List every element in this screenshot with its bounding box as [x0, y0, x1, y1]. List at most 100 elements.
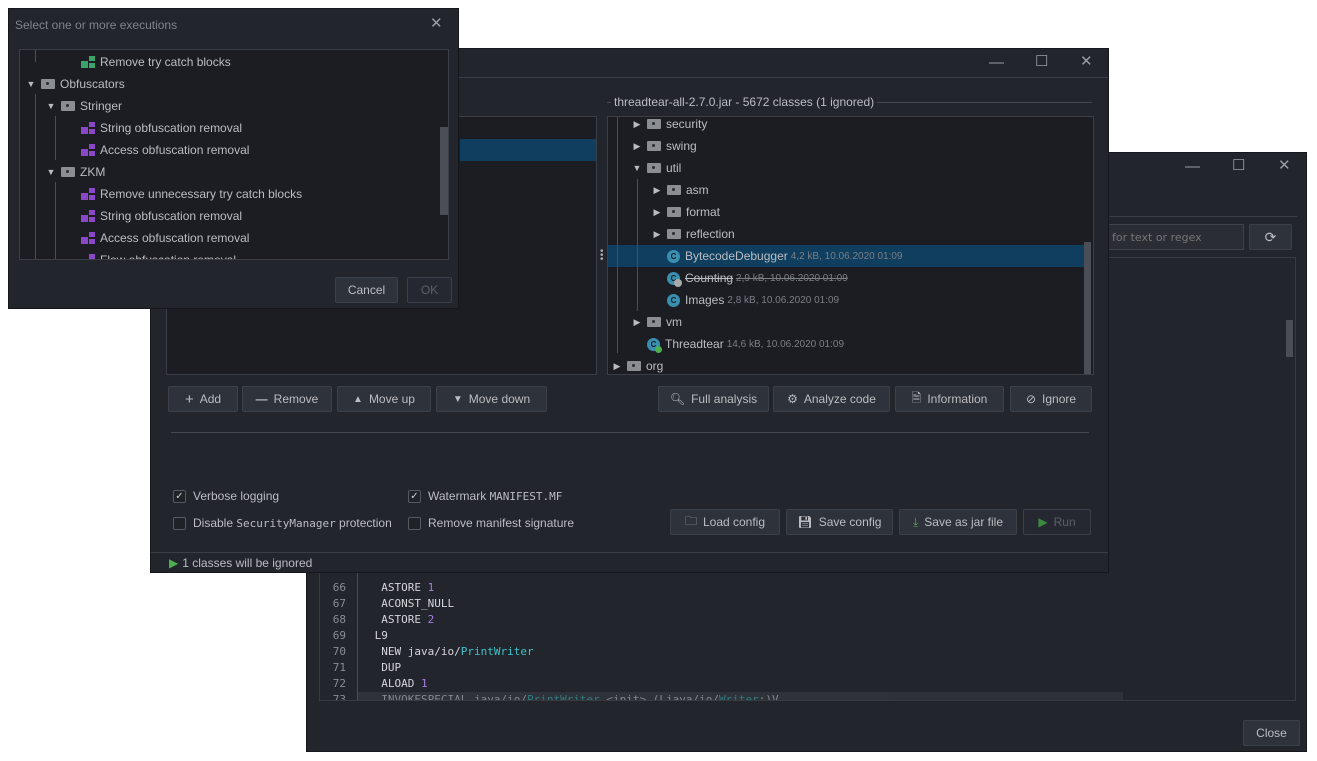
close-button[interactable]: Close [1243, 720, 1300, 746]
chevron-right-icon[interactable]: ▶ [612, 361, 622, 372]
load-config-button[interactable]: 🗀︎ Load config [670, 509, 780, 535]
refresh-button[interactable]: ⟳ [1249, 224, 1292, 250]
code-token: PrintWriter [526, 693, 600, 701]
line-number: 73 [332, 693, 346, 701]
save-config-button[interactable]: 💾︎ Save config [786, 509, 893, 535]
move-down-label: Move down [468, 392, 531, 406]
tree-item-asm[interactable]: ▶ asm [652, 179, 709, 201]
move-down-button[interactable]: ▼ Move down [436, 386, 547, 412]
splitter-handle[interactable]: • • • [600, 247, 604, 265]
chevron-right-icon[interactable]: ▶ [652, 185, 662, 196]
chevron-right-icon[interactable]: ▶ [652, 229, 662, 240]
code-token: 1 [420, 677, 428, 690]
save-jar-button[interactable]: ⤓ Save as jar file [899, 509, 1017, 535]
tree-item-threadtear[interactable]: C Threadtear 14,6 kB, 10.06.2020 01:09 [632, 333, 844, 355]
minimize-icon[interactable]: — [1185, 159, 1200, 174]
chevron-right-icon[interactable]: ▶ [632, 119, 642, 130]
checkbox[interactable] [173, 516, 186, 530]
maximize-icon[interactable]: ☐ [1232, 158, 1245, 173]
icon-block [89, 144, 95, 149]
minimize-icon[interactable]: — [989, 55, 1004, 70]
verbose-logging-checkbox[interactable]: ✓ Verbose logging [173, 489, 279, 503]
execution-item[interactable]: String obfuscation removal [66, 117, 242, 139]
tree-item-label: format [686, 205, 721, 219]
add-button[interactable]: + Add [168, 386, 238, 412]
class-tree[interactable]: ▶ security ▶ swing ▼ util ▶ asm ▶ format ▶ reflecti… [607, 116, 1094, 375]
select-executions-dialog: Select one or more executions ✕ Remove t… [8, 8, 459, 309]
checkbox[interactable]: ✓ [408, 489, 421, 503]
selected-execution-row[interactable] [460, 139, 596, 161]
execution-item[interactable]: Flow obfuscation removal [66, 249, 236, 259]
class-icon: C [667, 249, 680, 263]
status-bar: ▶ 1 classes will be ignored [169, 556, 312, 570]
execution-item[interactable]: ▼ Stringer [46, 95, 123, 117]
line-number: 68 [332, 613, 346, 626]
tree-item-label: org [646, 359, 664, 373]
search-input[interactable] [1087, 224, 1244, 250]
tree-item-meta: 2,9 kB, 10.06.2020 01:09 [736, 272, 848, 284]
execution-item[interactable]: ▼ ZKM [46, 161, 106, 183]
move-up-button[interactable]: ▲ Move up [337, 386, 431, 412]
chevron-right-icon[interactable]: ▶ [652, 207, 662, 218]
tree-item-swing[interactable]: ▶ swing [632, 135, 697, 157]
full-analysis-button[interactable]: 🔍︎ Full analysis [658, 386, 769, 412]
chevron-down-icon[interactable]: ▼ [632, 163, 642, 173]
chevron-right-icon[interactable]: ▶ [632, 141, 642, 152]
execution-item[interactable]: String obfuscation removal [66, 205, 242, 227]
code-line: ASTORE 1 [368, 580, 434, 596]
watermark-checkbox[interactable]: ✓ Watermark MANIFEST.MF [408, 489, 562, 503]
tree-item-bytecodedebugger[interactable]: C BytecodeDebugger 4,2 kB, 10.06.2020 01:0… [652, 245, 903, 267]
ignore-button[interactable]: ⊘ Ignore [1010, 386, 1092, 412]
verbose-label: Verbose logging [193, 489, 280, 503]
tree-item-meta: 14,6 kB, 10.06.2020 01:09 [726, 338, 845, 350]
code-token: DUP [368, 661, 402, 674]
run-button[interactable]: ▶ Run [1023, 509, 1091, 535]
scrollbar[interactable] [1084, 242, 1091, 374]
tree-item-images[interactable]: C Images 2,8 kB, 10.06.2020 01:09 [652, 289, 839, 311]
scrollbar[interactable] [1286, 320, 1293, 357]
divider [171, 432, 1089, 433]
execution-item[interactable]: ▼ Obfuscators [26, 73, 125, 95]
tree-item-util[interactable]: ▼ util [632, 157, 682, 179]
analyze-code-button[interactable]: ⚙ Analyze code [773, 386, 890, 412]
executions-tree[interactable]: Remove try catch blocks ▼ Obfuscators ▼ Stri… [19, 49, 449, 260]
close-icon[interactable]: ✕ [1278, 158, 1291, 173]
execution-icon [81, 56, 95, 68]
cancel-button[interactable]: Cancel [335, 277, 398, 303]
remove-manifest-signature-checkbox[interactable]: Remove manifest signature [408, 516, 574, 530]
tree-item-vm[interactable]: ▶ vm [632, 311, 682, 333]
code-token: PrintWriter [460, 645, 534, 658]
chevron-down-icon[interactable]: ▼ [46, 167, 56, 177]
tree-item-label: reflection [686, 227, 735, 241]
tree-item-security[interactable]: ▶ security [632, 117, 708, 135]
code-line: INVOKESPECIAL java/io/PrintWriter.<init>… [358, 692, 1123, 701]
remove-button[interactable]: — Remove [242, 386, 332, 412]
execution-item[interactable]: Remove try catch blocks [66, 51, 231, 73]
disable-securitymanager-checkbox[interactable]: Disable SecurityManager protection [173, 516, 392, 530]
icon-block [81, 237, 88, 244]
chevron-down-icon[interactable]: ▼ [46, 101, 56, 111]
tree-guide-line [35, 50, 36, 62]
ignored-class-icon: C [667, 271, 682, 287]
tree-item-format[interactable]: ▶ format [652, 201, 720, 223]
checkbox[interactable]: ✓ [173, 489, 186, 503]
main-badge [655, 345, 662, 353]
execution-item[interactable]: Access obfuscation removal [66, 139, 249, 161]
chevron-down-icon[interactable]: ▼ [26, 79, 36, 89]
scrollbar[interactable] [440, 127, 448, 215]
close-icon[interactable]: ✕ [1080, 54, 1093, 69]
information-button[interactable]: 🗎︎ Information [895, 386, 1004, 412]
execution-label: Stringer [80, 99, 123, 113]
chevron-right-icon[interactable]: ▶ [632, 317, 642, 328]
tree-item-org[interactable]: ▶ org [612, 355, 664, 374]
ok-button[interactable]: OK [407, 277, 452, 303]
checkbox[interactable] [408, 516, 421, 530]
folder-icon [41, 79, 55, 89]
tree-item-counting[interactable]: C Counting 2,9 kB, 10.06.2020 01:09 [652, 267, 848, 289]
close-icon[interactable]: ✕ [430, 16, 443, 31]
tree-item-reflection[interactable]: ▶ reflection [652, 223, 735, 245]
play-icon: ▶ [1038, 515, 1048, 529]
execution-item[interactable]: Access obfuscation removal [66, 227, 249, 249]
maximize-icon[interactable]: ☐ [1035, 54, 1048, 69]
execution-item[interactable]: Remove unnecessary try catch blocks [66, 183, 302, 205]
